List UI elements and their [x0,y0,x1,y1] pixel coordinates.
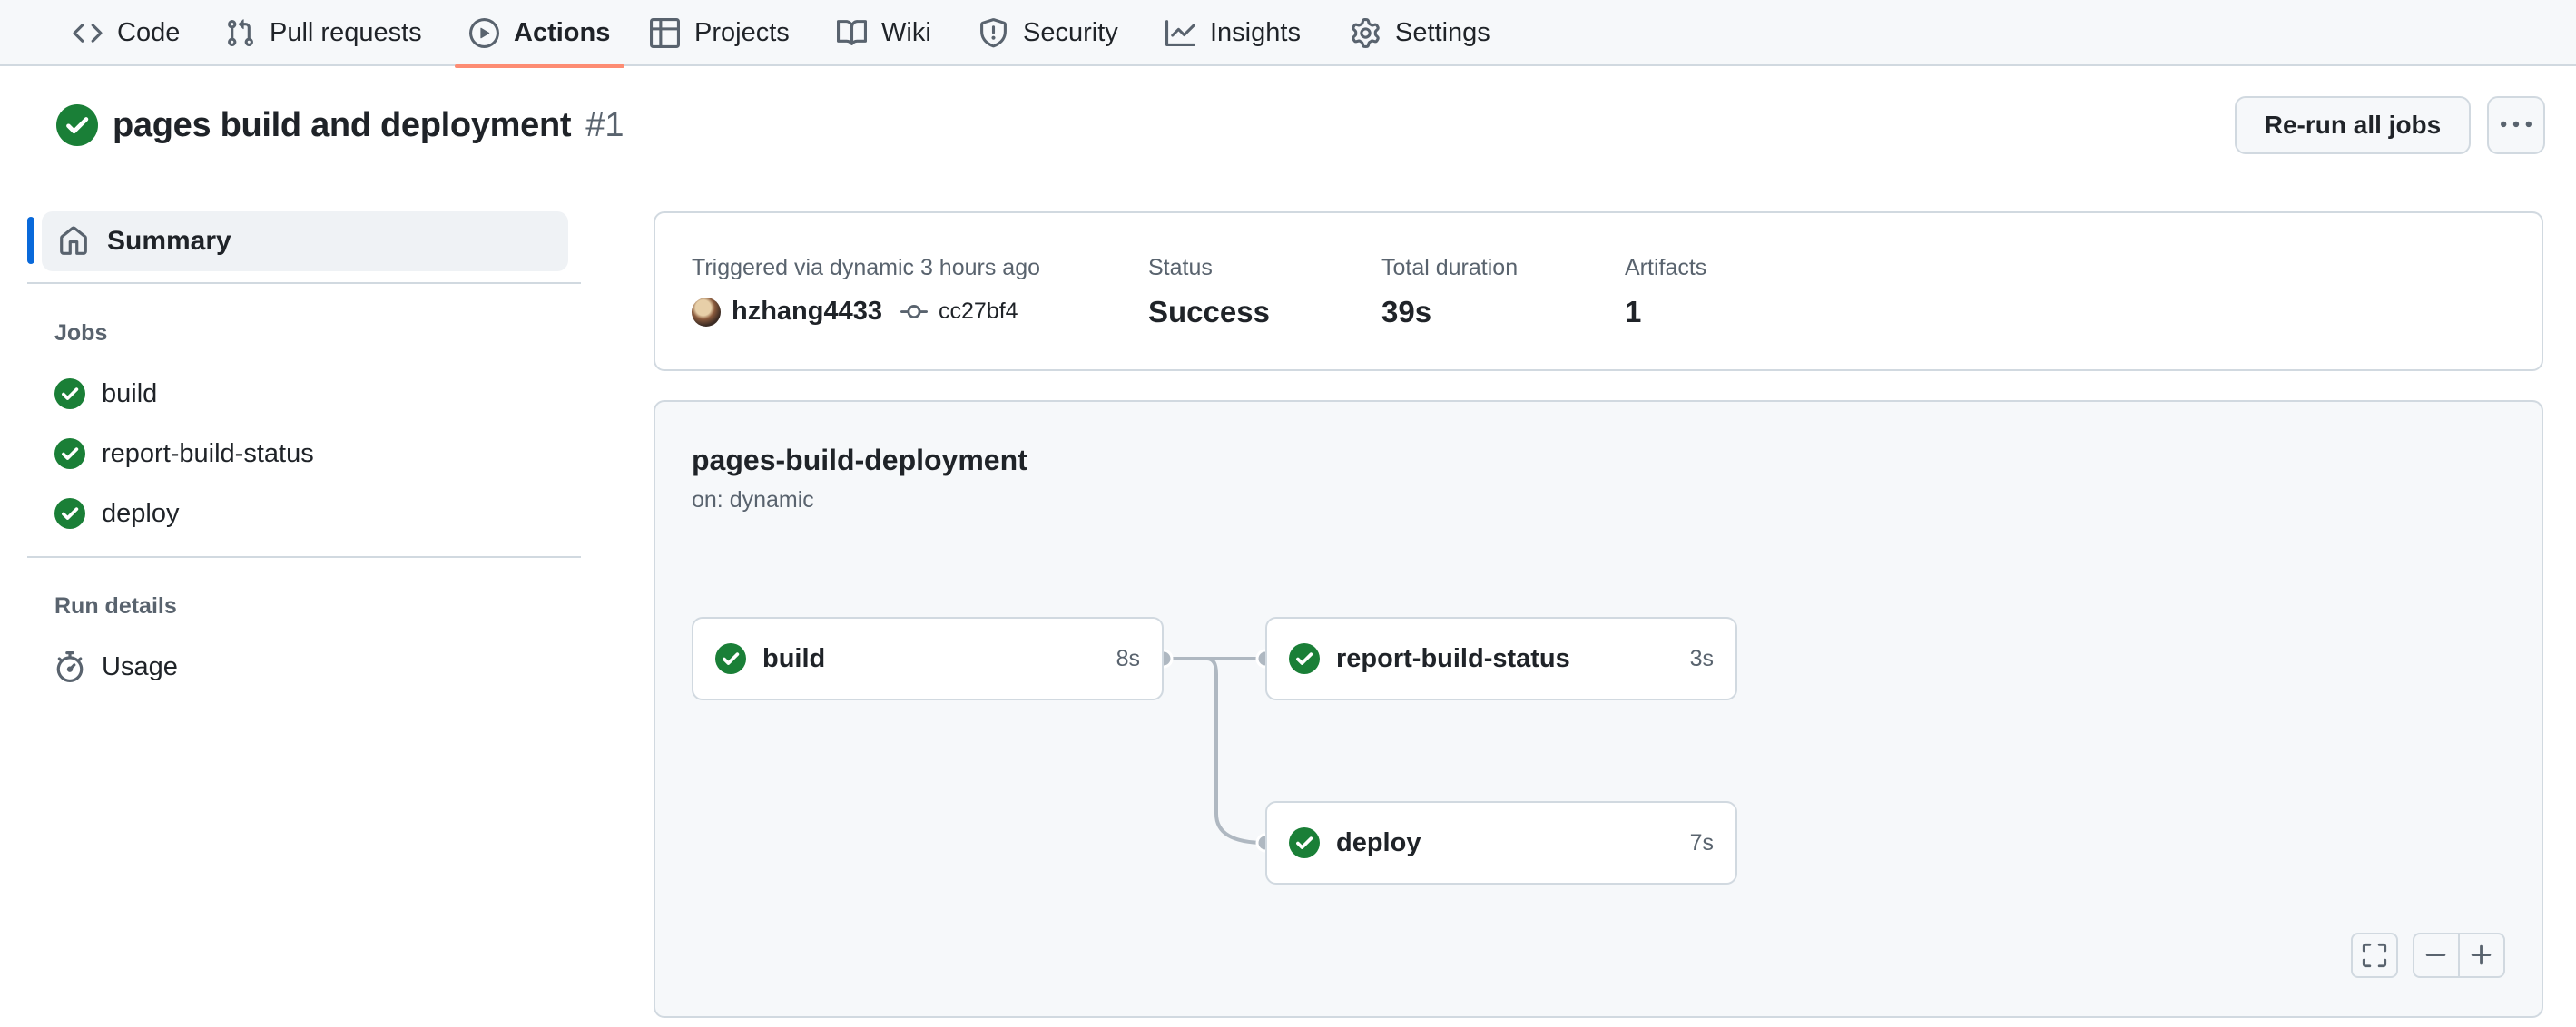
run-details-heading: Run details [54,593,177,619]
tab-security-label: Security [1023,18,1118,47]
avatar[interactable] [692,297,721,327]
duration-value: 39s [1381,295,1432,328]
job-name: build [762,643,826,673]
play-icon [469,18,499,48]
repo-nav: Code Pull requests Actions Projects Wiki… [0,0,2576,68]
tab-settings[interactable]: Settings [1351,0,1490,66]
check-circle-fill-icon [54,498,85,529]
gear-icon [1352,18,1380,48]
run-number: #1 [585,105,624,144]
tab-projects-label: Projects [694,18,790,47]
check-circle-fill-icon [56,104,98,146]
tab-actions-label: Actions [514,18,611,47]
tab-actions[interactable]: Actions [454,0,625,68]
run-name: pages build and deployment [113,105,572,144]
home-icon [60,226,87,255]
sidebar-item-job-label: build [102,378,158,408]
job-name: report-build-status [1336,643,1570,673]
actor-link[interactable]: hzhang4433 [732,297,882,327]
tab-wiki[interactable]: Wiki [837,0,931,66]
status-label: Status [1148,255,1213,280]
graph-icon [1165,20,1195,46]
check-circle-fill-icon [54,378,85,409]
book-icon [837,20,867,45]
tab-security[interactable]: Security [978,0,1118,66]
artifacts-label: Artifacts [1625,255,1707,280]
artifacts-value[interactable]: 1 [1625,295,1641,329]
dash-icon [2425,954,2446,956]
plus-icon [2471,944,2492,965]
check-circle-fill-icon [1289,827,1320,858]
job-card-report-build-status[interactable]: report-build-status 3s [1265,617,1737,700]
connector-build-deploy [1164,657,1266,845]
commit-link[interactable]: cc27bf4 [939,298,1018,325]
sidebar-item-job-build[interactable]: build [54,370,157,417]
more-options-button[interactable] [2487,96,2545,154]
check-circle-fill-icon [715,643,746,674]
git-pull-request-icon [228,19,253,46]
job-card-build[interactable]: build 8s [692,617,1164,700]
jobs-heading: Jobs [54,320,108,346]
sidebar-item-job-label: report-build-status [102,438,314,468]
tab-pull-requests[interactable]: Pull requests [225,0,422,66]
check-circle-fill-icon [54,438,85,469]
sidebar-item-summary[interactable]: Summary [42,211,568,271]
workflow-graph: pages-build-deployment on: dynamic build… [654,400,2543,1018]
sidebar-item-usage[interactable]: Usage [54,643,178,690]
rerun-all-jobs-button[interactable]: Re-run all jobs [2235,96,2471,154]
status-value: Success [1148,295,1270,328]
triggered-label: Triggered via dynamic 3 hours ago [692,255,1040,280]
table-icon [650,18,680,48]
job-duration: 3s [1689,645,1714,671]
job-connectors [1154,649,1275,853]
shield-icon [980,18,1007,48]
job-name: deploy [1336,827,1421,857]
check-circle-fill-icon [1289,643,1320,674]
workflow-name: pages-build-deployment [692,444,1027,476]
git-commit-icon [900,304,928,318]
tab-pull-requests-label: Pull requests [270,18,422,47]
run-summary: Triggered via dynamic 3 hours ago hzhang… [654,211,2543,371]
sidebar-item-job-deploy[interactable]: deploy [54,490,179,537]
tab-insights[interactable]: Insights [1165,0,1301,66]
tab-settings-label: Settings [1395,18,1490,47]
sidebar-divider [27,556,581,558]
job-duration: 7s [1689,829,1714,856]
tab-code[interactable]: Code [73,0,180,66]
fullscreen-button[interactable] [2351,933,2398,978]
actor-row: hzhang4433 cc27bf4 [692,297,1018,327]
screen-full-icon [2362,943,2387,968]
tab-wiki-label: Wiki [881,18,931,47]
code-icon [73,24,103,43]
duration-label: Total duration [1381,255,1519,280]
run-title: pages build and deployment #1 [56,102,624,149]
sidebar-item-summary-label: Summary [107,226,231,256]
tab-insights-label: Insights [1210,18,1301,47]
sidebar-item-job-label: deploy [102,498,180,528]
sidebar-item-job-report-build-status[interactable]: report-build-status [54,430,314,477]
kebab-horizontal-icon [2501,121,2532,128]
job-duration: 8s [1116,645,1140,671]
sidebar-divider [27,282,581,284]
zoom-out-button[interactable] [2413,933,2460,978]
workflow-trigger: on: dynamic [692,487,814,513]
zoom-in-button[interactable] [2458,933,2505,978]
selected-indicator [27,217,34,264]
job-card-deploy[interactable]: deploy 7s [1265,801,1737,885]
sidebar-item-usage-label: Usage [102,651,178,681]
stopwatch-icon [56,651,84,682]
tab-projects[interactable]: Projects [650,0,790,66]
tab-code-label: Code [117,18,181,47]
